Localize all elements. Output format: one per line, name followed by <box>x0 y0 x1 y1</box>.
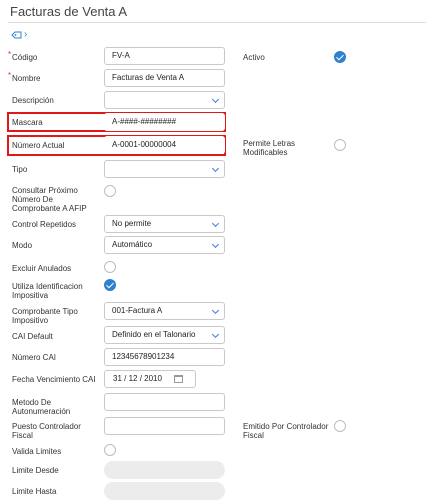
cai-default-select[interactable]: Definido en el Talonario <box>104 326 225 344</box>
codigo-label: Código <box>12 53 38 62</box>
nombre-input[interactable]: Facturas de Venta A <box>104 69 225 87</box>
control-repetidos-label: Control Repetidos <box>12 220 77 229</box>
fecha-vencimiento-input[interactable]: 31 / 12 / 2010 <box>104 370 196 388</box>
mascara-input[interactable]: A-####-######## <box>104 113 225 131</box>
chevron-right-icon: › <box>24 29 28 40</box>
required-marker: * <box>8 50 12 59</box>
tags-toggle[interactable]: › <box>11 30 27 40</box>
metodo-autonumeracion-input[interactable] <box>104 393 225 411</box>
numero-cai-input[interactable]: 12345678901234 <box>104 348 225 366</box>
required-marker: * <box>8 71 12 80</box>
tipo-label: Tipo <box>12 165 28 174</box>
comprobante-tipo-label: Comprobante Tipo Impositivo <box>12 307 78 325</box>
permite-letras-checkbox[interactable] <box>334 139 346 151</box>
emitido-controlador-checkbox[interactable] <box>334 420 346 432</box>
limite-hasta-input <box>104 482 225 500</box>
puesto-controlador-input[interactable] <box>104 417 225 435</box>
descripcion-label: Descripción <box>12 96 54 105</box>
modo-select[interactable]: Automático <box>104 236 225 254</box>
limite-desde-input <box>104 461 225 479</box>
page-title: Facturas de Venta A <box>10 4 128 19</box>
fecha-vencimiento-label: Fecha Vencimiento CAI <box>12 375 96 384</box>
control-repetidos-select[interactable]: No permite <box>104 215 225 233</box>
numero-actual-label: Número Actual <box>12 141 65 150</box>
valida-limites-label: Valida Limites <box>12 447 62 456</box>
valida-limites-checkbox[interactable] <box>104 444 116 456</box>
fecha-vencimiento-value: 31 / 12 / 2010 <box>113 374 162 383</box>
utiliza-identificacion-label: Utiliza Identificacion Impositiva <box>12 282 83 300</box>
permite-letras-label: Permite Letras Modificables <box>243 139 296 157</box>
codigo-input[interactable]: FV-A <box>104 47 225 65</box>
tipo-select[interactable] <box>104 160 225 178</box>
emitido-controlador-label: Emitido Por Controlador Fiscal <box>243 422 329 440</box>
excluir-anulados-label: Excluir Anulados <box>12 264 72 273</box>
modo-label: Modo <box>12 241 33 250</box>
puesto-controlador-label: Puesto Controlador Fiscal <box>12 422 81 440</box>
metodo-autonumeracion-label: Metodo De Autonumeración <box>12 398 71 416</box>
comprobante-tipo-select[interactable]: 001-Factura A <box>104 302 225 320</box>
numero-cai-label: Número CAI <box>12 353 57 362</box>
limite-desde-label: Limite Desde <box>12 466 59 475</box>
mascara-label: Mascara <box>12 118 43 127</box>
calendar-icon[interactable] <box>174 375 183 383</box>
title-divider <box>8 22 426 23</box>
numero-actual-input[interactable]: A-0001-00000004 <box>104 136 225 154</box>
limite-hasta-label: Limite Hasta <box>12 487 57 496</box>
excluir-anulados-checkbox[interactable] <box>104 261 116 273</box>
nombre-label: Nombre <box>12 74 41 83</box>
activo-label: Activo <box>243 53 265 62</box>
tag-icon <box>11 31 22 39</box>
cai-default-label: CAI Default <box>12 332 53 341</box>
consultar-afip-checkbox[interactable] <box>104 185 116 197</box>
utiliza-identificacion-checkbox[interactable] <box>104 279 116 291</box>
consultar-afip-label: Consultar Próximo Número De Comprobante … <box>12 186 87 213</box>
descripcion-select[interactable] <box>104 91 225 109</box>
activo-checkbox[interactable] <box>334 51 346 63</box>
